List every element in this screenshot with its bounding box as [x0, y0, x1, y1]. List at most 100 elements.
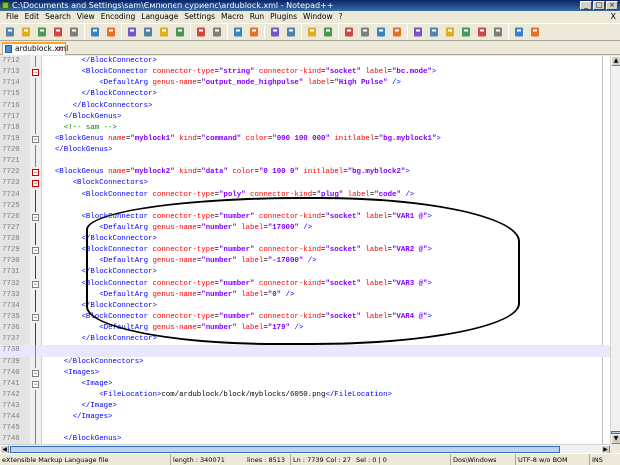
line-number: 7730: [2, 257, 20, 266]
stop-macro-icon[interactable]: [443, 25, 457, 39]
fold-toggle-icon[interactable]: −: [32, 213, 39, 221]
menu-help[interactable]: ?: [336, 11, 346, 23]
code-line[interactable]: 7720 </BlockGenus>: [0, 145, 610, 157]
code-line[interactable]: 7714 <DefaultArg genus-name="output_mode…: [0, 78, 610, 90]
code-line[interactable]: 7741 − <Image>: [0, 379, 610, 390]
user-lang-icon[interactable]: [374, 25, 388, 39]
close-button[interactable]: ×: [606, 1, 618, 10]
fold-toggle-icon[interactable]: −: [32, 69, 39, 77]
sync-vertical-icon[interactable]: [284, 25, 298, 39]
code-line[interactable]: 7746 </BlockGenus>: [0, 434, 610, 444]
menu-edit[interactable]: Edit: [22, 11, 43, 23]
code-line[interactable]: 7716 </BlockConnectors>: [0, 100, 610, 112]
abc-icon[interactable]: [528, 25, 542, 39]
doc-map-icon[interactable]: [390, 25, 404, 39]
code-line[interactable]: 7715 </BlockConnector>: [0, 89, 610, 101]
menu-macro[interactable]: Macro: [218, 11, 247, 23]
fold-toggle-icon[interactable]: −: [32, 247, 39, 255]
copy-icon[interactable]: [141, 25, 155, 39]
paste-icon[interactable]: [157, 25, 171, 39]
replace-icon[interactable]: [231, 25, 245, 39]
code-text: <BlockGenus name="myblock2" kind="data" …: [54, 168, 410, 177]
code-line[interactable]: 7744 </Images>: [0, 412, 610, 424]
fold-toggle-icon[interactable]: −: [32, 369, 39, 377]
zoom-out-icon[interactable]: [268, 25, 282, 39]
redo-icon[interactable]: [194, 25, 208, 39]
code-line[interactable]: 7712 </BlockConnector>: [0, 56, 610, 68]
code-line[interactable]: 7743 </Image>: [0, 401, 610, 413]
line-number: 7728: [2, 235, 20, 244]
tab-ardublock-xml[interactable]: ardublock.xml ×: [2, 42, 68, 55]
close-all-icon[interactable]: [88, 25, 102, 39]
menu-language[interactable]: Language: [138, 11, 181, 23]
save-icon[interactable]: [35, 25, 49, 39]
code-line[interactable]: 7719 − <BlockGenus name="myblock1" kind="…: [0, 134, 610, 145]
code-line[interactable]: 7717 </BlockGenus>: [0, 111, 610, 123]
code-line[interactable]: 7740 − <Images>: [0, 368, 610, 379]
menu-view[interactable]: View: [74, 11, 98, 23]
code-line[interactable]: 7742 <FileLocation>com/ardublock/block/m…: [0, 389, 610, 402]
sync-horizontal-icon[interactable]: [305, 25, 319, 39]
fold-toggle-icon[interactable]: −: [32, 180, 39, 188]
line-number: 7714: [2, 79, 20, 88]
menu-file[interactable]: File: [3, 11, 22, 23]
fold-toggle-icon[interactable]: −: [32, 169, 39, 177]
fold-toggle-icon[interactable]: −: [32, 280, 39, 288]
open-file-icon[interactable]: [19, 25, 33, 39]
tab-close-icon[interactable]: ×: [57, 44, 63, 54]
code-line[interactable]: 7718 <!-- sam -->: [0, 122, 610, 134]
code-line[interactable]: 7739 </BlockConnectors>: [0, 356, 610, 368]
maximize-button[interactable]: □: [593, 1, 605, 10]
save-all-icon[interactable]: [51, 25, 65, 39]
minimize-button[interactable]: _: [580, 1, 592, 10]
print-icon[interactable]: [104, 25, 118, 39]
save-macro-icon[interactable]: [491, 25, 505, 39]
menu-run[interactable]: Run: [247, 11, 267, 23]
spellcheck-icon[interactable]: [512, 25, 526, 39]
record-macro-icon[interactable]: [427, 25, 441, 39]
zoom-in-icon[interactable]: [247, 25, 261, 39]
code-line[interactable]: 7738: [0, 345, 610, 357]
code-line[interactable]: 7723 − <BlockConnectors>: [0, 178, 610, 189]
cut-icon[interactable]: [125, 25, 139, 39]
line-number: 7713: [2, 68, 20, 77]
close-icon[interactable]: [67, 25, 81, 39]
code-text: <BlockConnectors>: [72, 179, 149, 188]
scroll-up-arrow-icon[interactable]: ▲: [611, 56, 620, 66]
fold-toggle-icon[interactable]: −: [32, 135, 39, 143]
document-close-button[interactable]: X: [611, 12, 616, 21]
code-line[interactable]: 7722 − <BlockGenus name="myblock2" kind="…: [0, 167, 610, 178]
play-macro-icon[interactable]: [459, 25, 473, 39]
code-editor[interactable]: 7712 </BlockConnector> 7713 − <BlockConnec…: [0, 56, 610, 444]
line-number: 7712: [2, 57, 20, 65]
indent-guide-icon[interactable]: [358, 25, 372, 39]
window-title: C:\Documents and Settings\sam\Ємпюпєп су…: [12, 1, 334, 10]
code-text: </BlockGenus>: [63, 435, 122, 444]
find-icon[interactable]: [210, 25, 224, 39]
all-chars-icon[interactable]: [342, 25, 356, 39]
fold-line: [35, 389, 36, 402]
fold-toggle-icon[interactable]: −: [32, 313, 39, 321]
horizontal-scroll-thumb[interactable]: [10, 446, 560, 453]
scroll-down-arrow-icon[interactable]: ▼: [611, 434, 620, 444]
fold-line: [35, 145, 36, 157]
code-line[interactable]: 7713 − <BlockConnector connector-type="st…: [0, 67, 610, 78]
menu-window[interactable]: Window: [300, 11, 336, 23]
menu-plugins[interactable]: Plugins: [267, 11, 300, 23]
status-encoding: UTF-8 w/o BOM: [515, 454, 589, 465]
code-line[interactable]: 7721: [0, 156, 610, 168]
run-macro-icon[interactable]: [475, 25, 489, 39]
menu-encoding[interactable]: Encoding: [98, 11, 139, 23]
undo-icon[interactable]: [173, 25, 187, 39]
function-list-icon[interactable]: [411, 25, 425, 39]
hand-drawn-circle-annotation: [86, 197, 520, 345]
line-number: 7745: [2, 424, 20, 433]
code-line[interactable]: 7745: [0, 423, 610, 435]
horizontal-scrollbar[interactable]: ◀ ▶: [0, 444, 610, 454]
fold-toggle-icon[interactable]: −: [32, 380, 39, 388]
wrap-icon[interactable]: [321, 25, 335, 39]
menu-search[interactable]: Search: [42, 11, 74, 23]
menu-settings[interactable]: Settings: [181, 11, 218, 23]
new-file-icon[interactable]: [3, 25, 17, 39]
vertical-scrollbar[interactable]: ▲ ▼: [610, 56, 620, 444]
